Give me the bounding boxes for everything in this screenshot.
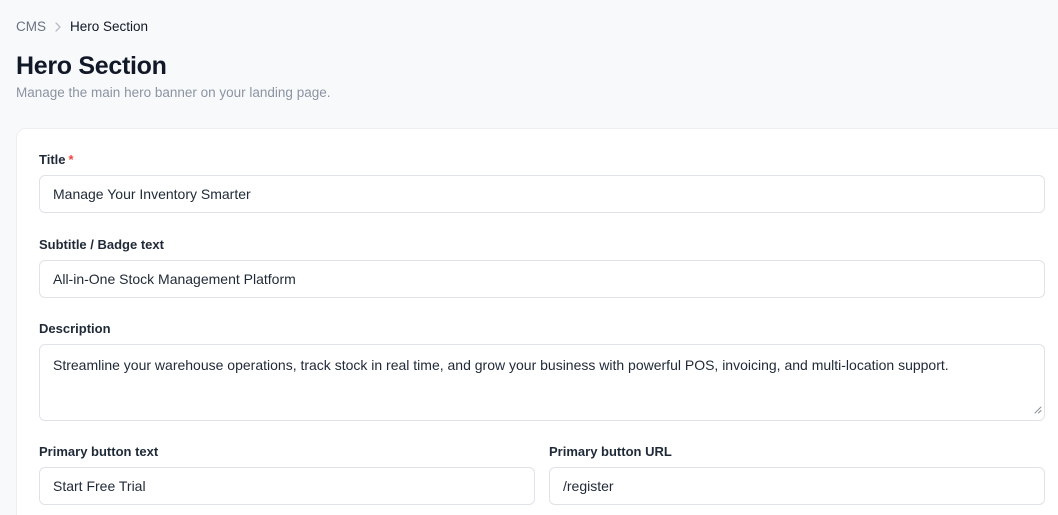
- breadcrumb: CMS Hero Section: [16, 18, 148, 36]
- subtitle-input-value: All-in-One Stock Management Platform: [53, 271, 296, 287]
- subtitle-label: Subtitle / Badge text: [39, 237, 164, 252]
- title-label: Title *: [39, 152, 74, 168]
- description-textarea[interactable]: Streamline your warehouse operations, tr…: [39, 344, 1045, 421]
- title-input[interactable]: Manage Your Inventory Smarter: [39, 175, 1045, 213]
- primary-button-text-value: Start Free Trial: [53, 478, 146, 494]
- primary-button-url-label: Primary button URL: [549, 444, 672, 459]
- hero-form-card: Title * Manage Your Inventory Smarter Sub…: [16, 128, 1058, 515]
- description-label: Description: [39, 321, 111, 336]
- required-mark: *: [68, 152, 74, 167]
- resize-handle-icon[interactable]: [1034, 400, 1042, 418]
- primary-button-url-value: /register: [563, 478, 614, 494]
- chevron-right-icon: [54, 22, 62, 32]
- title-input-value: Manage Your Inventory Smarter: [53, 186, 251, 202]
- page-subtitle: Manage the main hero banner on your land…: [16, 85, 331, 100]
- breadcrumb-current: Hero Section: [70, 19, 149, 34]
- breadcrumb-cms-link[interactable]: CMS: [16, 18, 46, 36]
- title-label-text: Title: [39, 152, 66, 167]
- page-title: Hero Section: [16, 52, 167, 80]
- description-textarea-value: Streamline your warehouse operations, tr…: [53, 357, 949, 373]
- primary-button-text-input[interactable]: Start Free Trial: [39, 467, 535, 505]
- page: CMS Hero Section Hero Section Manage the…: [0, 0, 1058, 515]
- primary-button-url-input[interactable]: /register: [549, 467, 1045, 505]
- primary-button-text-label: Primary button text: [39, 444, 159, 459]
- subtitle-input[interactable]: All-in-One Stock Management Platform: [39, 260, 1045, 298]
